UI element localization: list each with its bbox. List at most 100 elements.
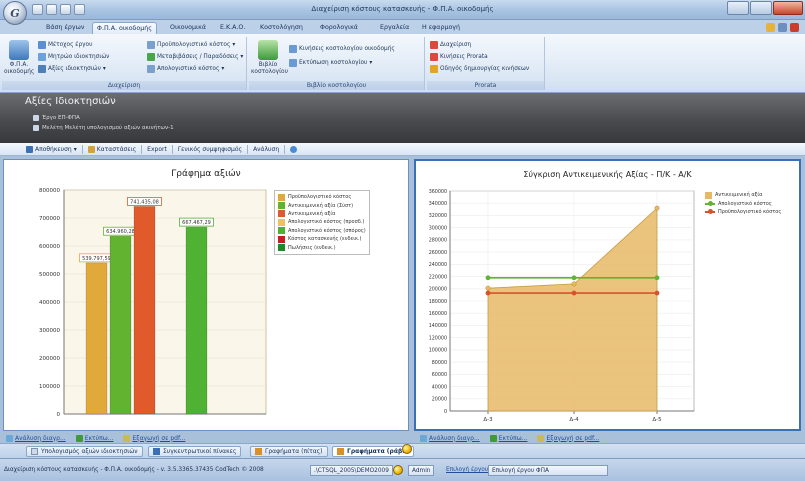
costing-movements-button[interactable]: Κινήσεις κοστολογίου οικοδομής	[289, 43, 395, 54]
chart-analysis-label: Ανάλυση διαγρ...	[429, 434, 480, 442]
tab-application[interactable]: Η εφαρμογή	[418, 22, 464, 34]
costing-print-button[interactable]: Εκτύπωση κοστολογίου ▾	[289, 57, 372, 68]
area-chart-panel: Σύγκριση Αντικειμενικής Αξίας - Π/Κ - Α/…	[414, 159, 801, 431]
analysis-button[interactable]: Ανάλυση	[253, 146, 279, 153]
prorata-manage-button[interactable]: Διαχείριση	[430, 39, 471, 50]
print-link[interactable]: Εκτύπω...	[489, 434, 527, 442]
bar-chart-panel: Γράφημα αξιών 0 100000 200000 300000 400000 5…	[3, 159, 409, 431]
property-values-button[interactable]: Αξίες ιδιοκτησιών ▾	[38, 63, 106, 74]
bottom-tabs: Υπολογισμός αξιών ιδιοκτησιών Συγκεντρωτ…	[0, 443, 805, 458]
tab-projects[interactable]: Βάση έργων	[42, 22, 88, 34]
y-tick-label: 280000	[429, 238, 447, 244]
print-icon	[289, 58, 297, 67]
application-menu-button[interactable]: G	[3, 1, 27, 25]
costing-book-label: Βιβλίο κοστολογίου	[251, 62, 288, 75]
export-pdf-label: Εξαγωγή σε pdf...	[132, 434, 186, 442]
y-tick-label: 260000	[429, 250, 447, 256]
area-point	[485, 285, 491, 291]
pie-chart-icon	[255, 448, 262, 455]
budget-cost-label: Προϋπολογιστικό κόστος	[157, 41, 231, 48]
legend-swatch	[278, 227, 285, 235]
line-point	[571, 275, 577, 281]
tab-finance[interactable]: Οικονομικά	[166, 22, 210, 34]
banner-project-label: Έργο ΕΠ-ΦΠΑ	[42, 115, 80, 121]
web-button[interactable]	[290, 145, 298, 153]
costing-book-button[interactable]: Βιβλίο κοστολογίου	[251, 40, 288, 76]
close-button[interactable]	[773, 1, 803, 15]
reports-button[interactable]: Καταστάσεις	[87, 145, 136, 153]
tab-property-values-calc[interactable]: Υπολογισμός αξιών ιδιοκτησιών	[26, 446, 143, 457]
help-icon[interactable]	[790, 23, 799, 32]
budget-cost-button[interactable]: Προϋπολογιστικό κόστος ▾	[147, 39, 235, 50]
toolbar-separator	[247, 144, 249, 154]
maximize-button[interactable]	[750, 1, 772, 15]
general-offset-button[interactable]: Γενικός συμψηφισμός	[178, 146, 242, 153]
tab-tax[interactable]: Φορολογικά	[316, 22, 362, 34]
vat-building-button[interactable]: Φ.Π.Α. οικοδομής	[4, 40, 34, 76]
tab-vat[interactable]: Φ.Π.Α. οικοδομής	[92, 22, 157, 34]
print-link[interactable]: Εκτύπω...	[75, 434, 113, 442]
export-pdf-link[interactable]: Εξαγωγή σε pdf...	[123, 434, 186, 442]
legend-swatch	[278, 244, 285, 252]
export-pdf-link[interactable]: Εξαγωγή σε pdf...	[537, 434, 599, 442]
options-icon[interactable]	[778, 23, 787, 32]
tab-costing[interactable]: Κοστολόγηση	[256, 22, 307, 34]
tab-ekao[interactable]: Ε.Κ.Α.Ο.	[216, 22, 249, 34]
actual-cost-button[interactable]: Απολογιστικό κόστος ▾	[147, 63, 224, 74]
line-point	[654, 275, 660, 281]
prorata-movements-label: Κινήσεις Prorata	[440, 53, 488, 60]
tab-tools[interactable]: Εργαλεία	[376, 22, 413, 34]
area-point	[654, 205, 660, 211]
legend-entry: Απολογιστικό κόστος (σπόρος)	[278, 227, 366, 235]
y-tick-label: 20000	[432, 397, 447, 403]
legend-entry: Προϋπολογιστικό κόστος	[278, 193, 366, 201]
chart-analysis-link[interactable]: Ανάλυση διαγρ...	[6, 434, 66, 442]
tab-summary-tables-label: Συγκεντρωτικοί πίνακες	[163, 448, 237, 455]
tab-summary-tables[interactable]: Συγκεντρωτικοί πίνακες	[148, 446, 242, 457]
chevron-down-icon: ▾	[221, 65, 225, 72]
status-bar: Διαχείριση κόστους κατασκευής - Φ.Π.Α. ο…	[0, 458, 805, 481]
legend-swatch	[278, 210, 285, 218]
legend-label: Αντικειμενική αξία	[715, 192, 763, 199]
shareholder-button[interactable]: Μέτοχος έργου	[38, 39, 92, 50]
group-prorata: Διαχείριση Κινήσεις Prorata Οδηγός δημιο…	[427, 37, 545, 90]
select-project-link[interactable]: Επιλογή έργου	[446, 467, 488, 473]
prorata-wizard-label: Οδηγός δημιουργίας κινήσεων	[440, 65, 530, 72]
y-tick-label: 600000	[39, 244, 60, 250]
vat-building-label: Φ.Π.Α. οικοδομής	[4, 62, 35, 75]
property-values-icon	[38, 64, 46, 73]
legend-label: Απολογιστικό κόστος (προσδ.)	[288, 219, 365, 226]
y-tick-label: 180000	[429, 299, 447, 305]
window-title: Διαχείριση κόστους κατασκευής - Φ.Π.Α. ο…	[311, 5, 494, 13]
chart-analysis-label: Ανάλυση διαγρ...	[15, 434, 66, 442]
legend-label: Κόστος κατασκευής (ενδεικ.)	[288, 236, 362, 243]
legend-entry: Αντικειμενική αξία (Σύστ)	[278, 201, 366, 210]
registry-icon	[38, 52, 46, 61]
pdf-icon	[123, 434, 131, 442]
save-view-button[interactable]: Αποθήκευση ▾	[26, 145, 77, 153]
tab-pie-charts-label: Γραφήματα (πίτας)	[265, 448, 323, 455]
tab-pie-charts[interactable]: Γραφήματα (πίτας)	[250, 446, 328, 457]
chart-analysis-link[interactable]: Ανάλυση διαγρ...	[420, 434, 480, 442]
toolbar-separator	[141, 144, 143, 154]
y-tick-label: 120000	[429, 335, 447, 341]
line-point	[571, 290, 577, 296]
legend-label: Πωλήσεις (ενδεικ.)	[288, 244, 336, 251]
legend-swatch	[278, 235, 285, 243]
minimize-button[interactable]	[727, 1, 749, 15]
prorata-wizard-button[interactable]: Οδηγός δημιουργίας κινήσεων	[430, 63, 529, 74]
transfers-button[interactable]: Μεταβιβάσεις / Παραδόσεις ▾	[147, 51, 243, 62]
legend-swatch	[278, 218, 285, 226]
bar-chart-legend: Προϋπολογιστικό κόστος Αντικειμενική αξία…	[274, 190, 370, 255]
globe-icon	[290, 145, 298, 153]
status-app-info: Διαχείριση κόστους κατασκευής - Φ.Π.Α. ο…	[4, 467, 264, 473]
toolbar-separator	[171, 144, 173, 154]
floppy-icon	[26, 145, 33, 153]
warning-icon[interactable]	[766, 23, 775, 32]
prorata-movements-button[interactable]: Κινήσεις Prorata	[430, 51, 488, 62]
registry-button[interactable]: Μητρώο ιδιοκτησιών	[38, 51, 109, 62]
chevron-down-icon: ▾	[369, 59, 373, 66]
export-button[interactable]: Export	[147, 146, 167, 153]
legend-swatch	[278, 202, 285, 210]
y-tick-label: 80000	[432, 360, 447, 366]
